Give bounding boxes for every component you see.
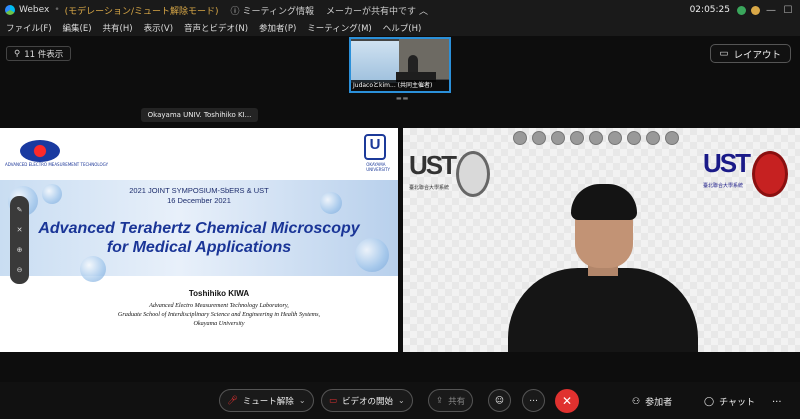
close-icon: ✕ xyxy=(561,394,573,408)
minimize-button[interactable]: — xyxy=(765,5,777,16)
show-participants-button[interactable]: ⚲ 11 件表示 xyxy=(6,46,72,61)
partner-logo xyxy=(646,131,660,145)
info-icon: ⓘ xyxy=(230,6,240,17)
security-status-icon xyxy=(751,5,760,15)
partner-logo xyxy=(665,131,679,145)
ust-logo-left: UST xyxy=(409,150,457,180)
close-icon[interactable]: ✕ xyxy=(17,226,23,234)
slide-affiliation-1: Advanced Electro Measurement Technology … xyxy=(149,302,289,309)
camera-off-icon: ▭ xyxy=(329,395,338,406)
more-options-button[interactable]: ⋯ xyxy=(522,389,545,412)
participants-icon: ⚇ xyxy=(632,396,641,407)
title-bar-right: 02:05:25 — ☐ xyxy=(690,0,794,20)
slide-author: Toshihiko KIWA xyxy=(188,289,250,298)
ellipsis-icon: ⋯ xyxy=(529,395,538,406)
ust-caption-right: 臺北聯合大學系統 xyxy=(703,183,744,189)
partner-logo xyxy=(608,131,622,145)
partner-logo xyxy=(627,131,641,145)
bubble-decoration xyxy=(80,256,106,282)
zoom-out-icon[interactable]: ⊖ xyxy=(17,266,23,274)
moderation-mode-label: (モデレーション/ミュート解除モード) xyxy=(64,6,219,17)
chat-icon: ◯ xyxy=(704,396,715,407)
okayama-logo-subtext: ADVANCED ELECTRO MEASUREMENT TECHNOLOGY xyxy=(5,162,109,167)
chevron-up-icon: ︿ xyxy=(419,6,429,17)
slide-affiliation-2: Graduate School of Interdisciplinary Sci… xyxy=(117,311,321,318)
shared-slide: ADVANCED ELECTRO MEASUREMENT TECHNOLOGY … xyxy=(0,128,398,352)
projection-screen xyxy=(351,41,399,83)
menu-audio-video[interactable]: 音声とビデオ(N) xyxy=(184,22,248,34)
university-emblem-text: OKAYAMA UNIVERSITY xyxy=(366,162,390,172)
presenter-name-tag: Okayama UNIV. Toshihiko KI... xyxy=(141,108,258,122)
menu-meeting[interactable]: ミーティング(M) xyxy=(307,22,371,34)
chevron-down-icon[interactable]: ⌄ xyxy=(299,396,306,405)
partner-logo xyxy=(532,131,546,145)
chat-panel-button[interactable]: ◯ チャット xyxy=(704,395,755,409)
slide-symposium: 2021 JOINT SYMPOSIUM-SbERS & UST xyxy=(129,186,269,195)
maximize-button[interactable]: ☐ xyxy=(782,5,794,16)
participants-panel-button[interactable]: ⚇ 参加者 xyxy=(632,395,672,409)
annotation-toolbar: ✎ ✕ ⊕ ⊖ xyxy=(10,196,29,284)
active-speaker-thumbnail[interactable]: Judacoとkim... (共同主催者) xyxy=(349,37,451,93)
more-panels-button[interactable]: ... xyxy=(772,394,782,405)
menu-share[interactable]: 共有(H) xyxy=(103,22,133,34)
ust-logo-right: UST xyxy=(703,148,751,178)
meeting-info-button[interactable]: ⓘ ミーティング情報 xyxy=(231,4,314,17)
end-call-button[interactable]: ✕ xyxy=(555,389,579,413)
reactions-button[interactable]: ☺ xyxy=(488,389,511,412)
partner-logo xyxy=(513,131,527,145)
layout-button[interactable]: ▭ レイアウト xyxy=(709,44,791,63)
pen-icon[interactable]: ✎ xyxy=(17,206,23,214)
slide-title-line1: Advanced Terahertz Chemical Microscopy xyxy=(38,220,360,237)
unmute-button[interactable]: 🎤︎ ミュート解除 ⌄ xyxy=(219,389,314,412)
connection-status-icon xyxy=(737,5,746,15)
menu-help[interactable]: ヘルプ(H) xyxy=(383,22,422,34)
okayama-logo xyxy=(20,140,60,162)
chevron-down-icon[interactable]: ⌄ xyxy=(398,396,405,405)
resize-grip-icon[interactable]: ▬▬ xyxy=(396,95,409,102)
layout-icon: ▭ xyxy=(719,48,729,59)
person-icon: ⚲ xyxy=(14,48,21,59)
partner-logo xyxy=(551,131,565,145)
share-icon: ⇪ xyxy=(436,395,444,406)
slide-affiliation-3: Okayama University xyxy=(193,320,245,327)
menu-file[interactable]: ファイル(F) xyxy=(6,22,52,34)
menu-edit[interactable]: 編集(E) xyxy=(63,22,92,34)
speaker-indicator[interactable]: メーカーが共有中です ︿ xyxy=(326,4,428,17)
ust-caption-left: 臺北聯合大學系統 xyxy=(409,185,450,191)
zoom-in-icon[interactable]: ⊕ xyxy=(17,246,23,254)
speaker-video: UST 臺北聯合大學系統 UST 臺北聯合大學系統 xyxy=(403,128,800,352)
slide-title-line2: for Medical Applications xyxy=(106,239,292,256)
app-name: Webex xyxy=(19,5,50,15)
slide-date: 16 December 2021 xyxy=(167,196,231,205)
title-bar: Webex • (モデレーション/ミュート解除モード) ⓘ ミーティング情報 メー… xyxy=(0,0,800,20)
menu-view[interactable]: 表示(V) xyxy=(144,22,173,34)
university-emblem: U xyxy=(364,134,386,160)
thumbnail-caption: Judacoとkim... (共同主催者) xyxy=(351,80,449,91)
separator-dot: • xyxy=(54,5,60,15)
seal-right xyxy=(752,151,788,197)
start-video-button[interactable]: ▭ ビデオの開始 ⌄ xyxy=(321,389,413,412)
smiley-icon: ☺ xyxy=(495,395,504,406)
partner-logo-strip xyxy=(513,131,679,145)
partner-logo xyxy=(589,131,603,145)
partner-logo xyxy=(570,131,584,145)
menu-bar: ファイル(F) 編集(E) 共有(H) 表示(V) 音声とビデオ(N) 参加者(… xyxy=(0,20,800,36)
meeting-timer: 02:05:25 xyxy=(689,5,730,15)
menu-participants[interactable]: 参加者(P) xyxy=(259,22,296,34)
mic-off-icon: 🎤︎ xyxy=(227,395,238,406)
seal-left xyxy=(456,151,490,197)
share-button[interactable]: ⇪ 共有 xyxy=(428,389,474,412)
webex-logo xyxy=(5,5,15,15)
